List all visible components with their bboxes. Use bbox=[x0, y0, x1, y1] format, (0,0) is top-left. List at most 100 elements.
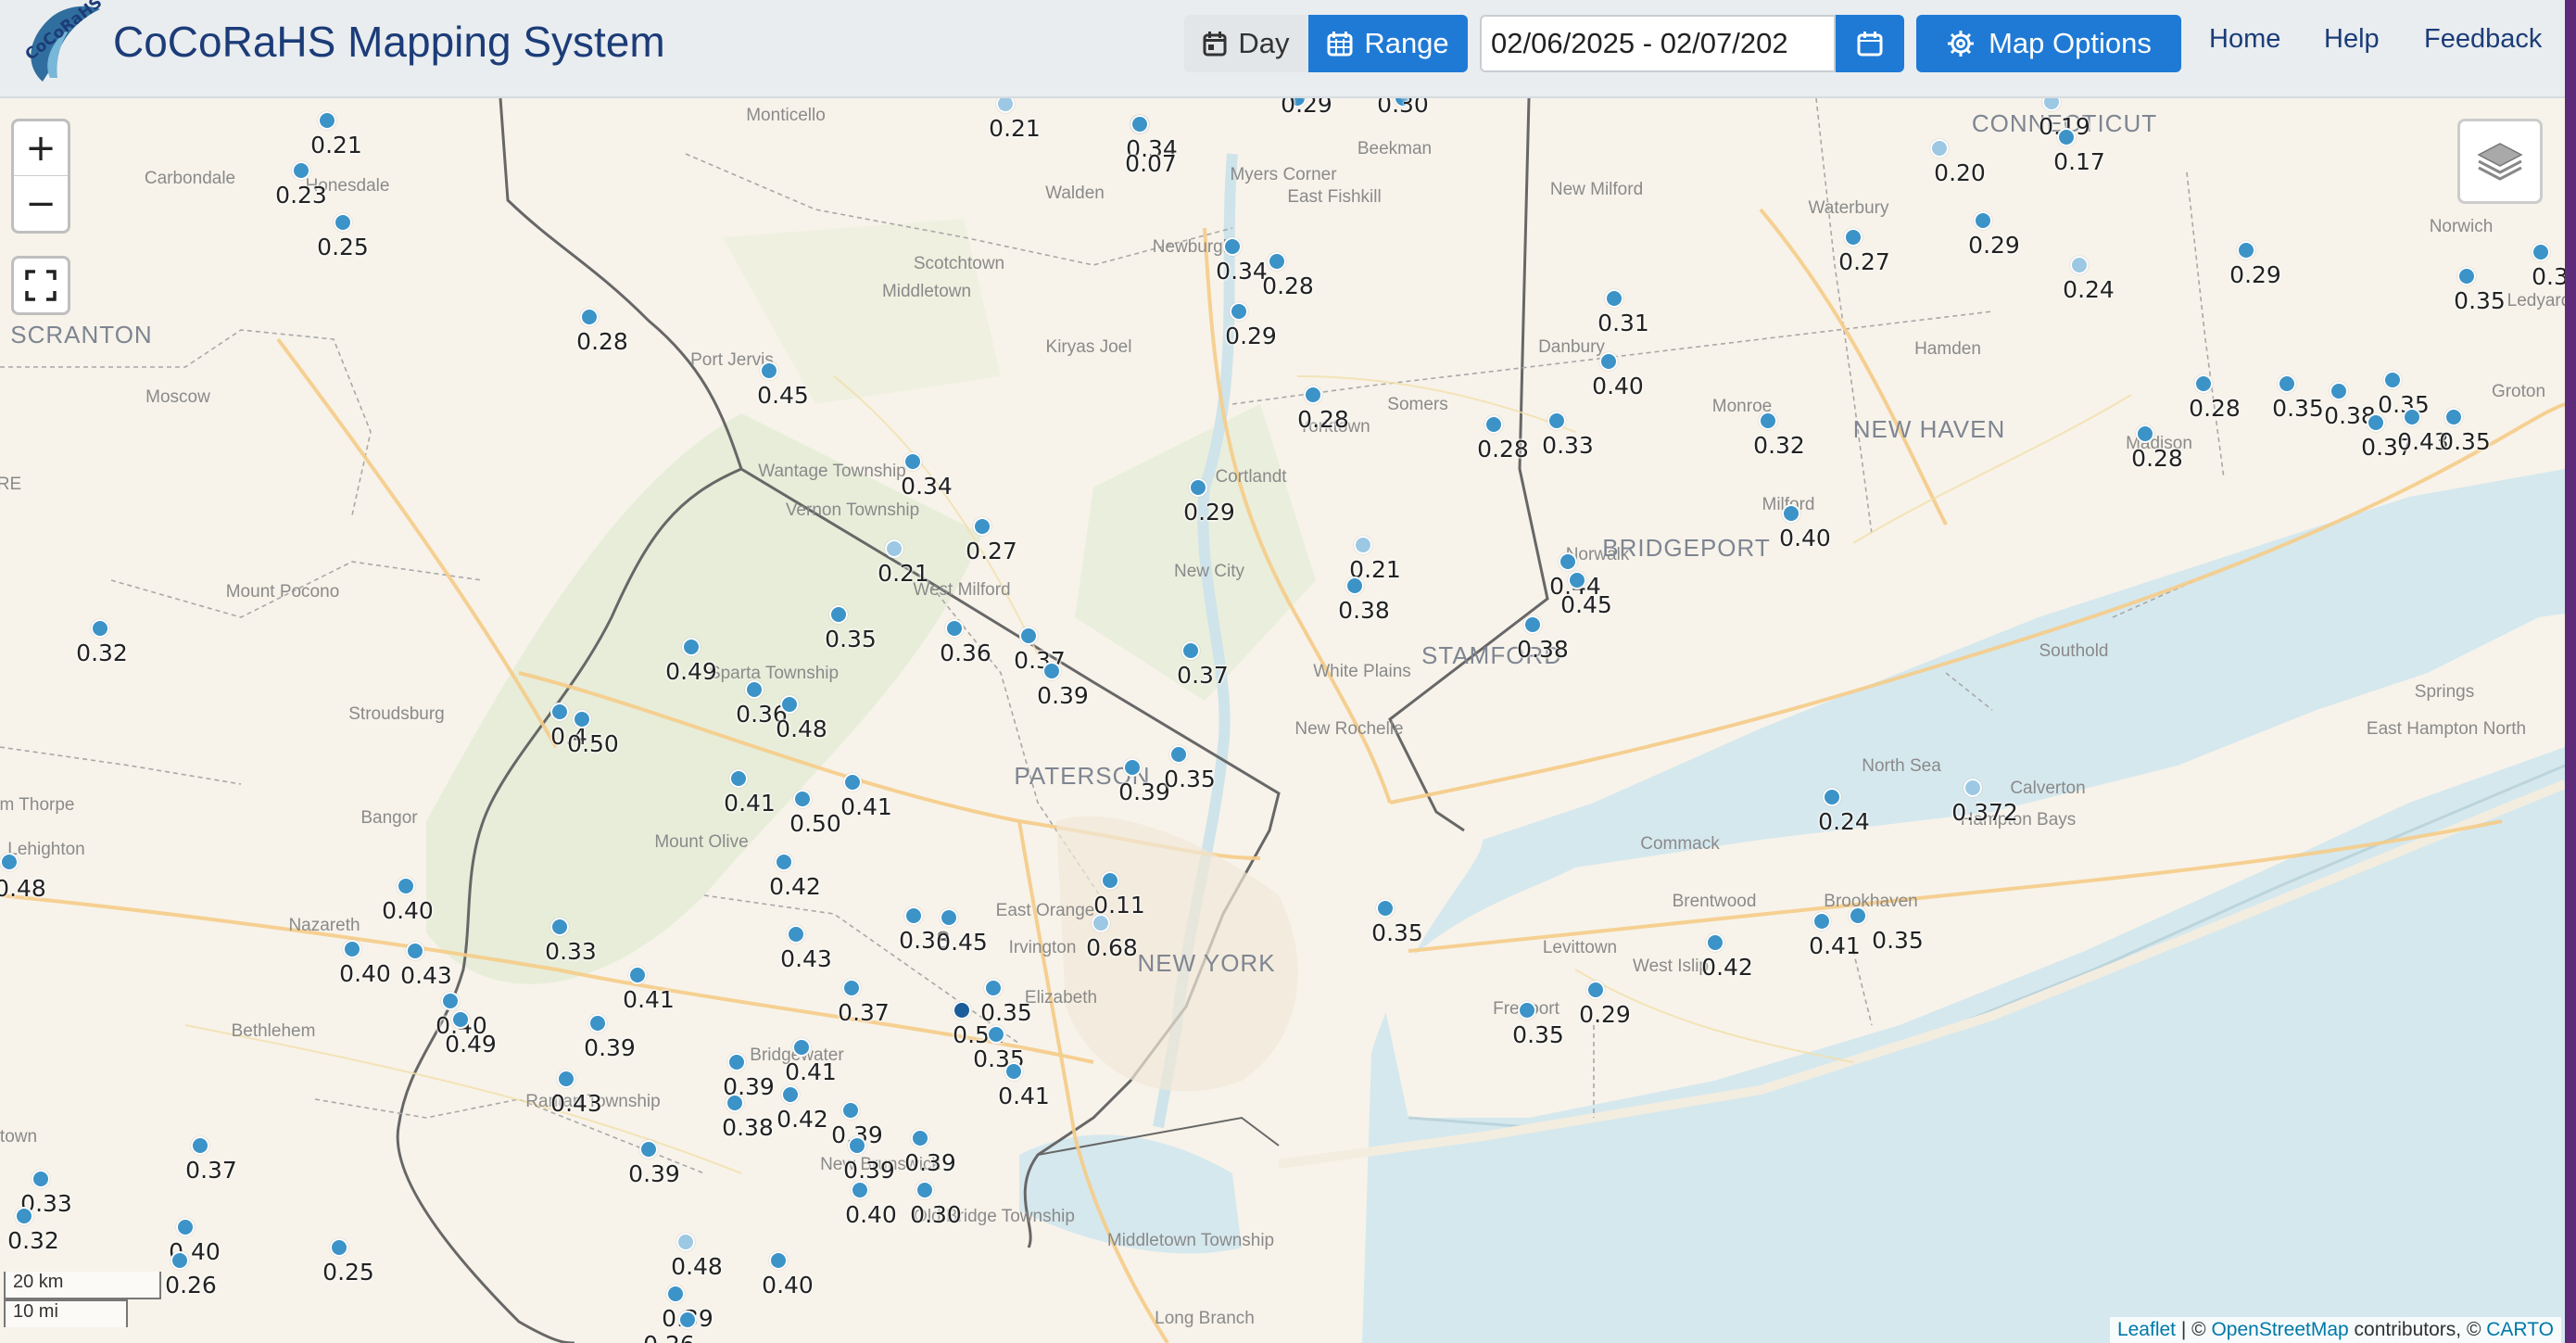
precipitation-map[interactable]: Monticello Carbondale Honesdale SCRANTON Mos… bbox=[0, 98, 2565, 1343]
station-marker[interactable] bbox=[2136, 424, 2154, 443]
station-marker[interactable] bbox=[787, 925, 805, 944]
station-marker[interactable] bbox=[0, 853, 19, 871]
attribution-osm-link[interactable]: OpenStreetMap bbox=[2211, 1319, 2348, 1340]
station-marker[interactable] bbox=[1706, 933, 1724, 952]
station-marker[interactable] bbox=[292, 161, 310, 180]
station-marker[interactable] bbox=[1230, 302, 1248, 321]
date-range-input[interactable]: 02/06/2025 - 02/07/202 bbox=[1480, 15, 1836, 72]
station-marker[interactable] bbox=[451, 1010, 470, 1029]
station-marker[interactable] bbox=[678, 1311, 697, 1329]
app-title[interactable]: CoCoRaHS Mapping System bbox=[113, 17, 665, 67]
station-marker[interactable] bbox=[580, 308, 599, 326]
station-marker[interactable] bbox=[406, 942, 424, 960]
station-marker[interactable] bbox=[2070, 256, 2089, 274]
station-marker[interactable] bbox=[334, 213, 352, 232]
station-marker[interactable] bbox=[1223, 237, 1242, 256]
nav-home-link[interactable]: Home bbox=[2209, 24, 2280, 55]
station-marker[interactable] bbox=[903, 452, 922, 471]
station-marker[interactable] bbox=[343, 940, 361, 958]
cocorahs-logo[interactable]: CoCoRaHS bbox=[15, 0, 106, 85]
station-marker[interactable] bbox=[1974, 211, 1992, 230]
station-marker[interactable] bbox=[1484, 415, 1503, 434]
zoom-out-button[interactable]: − bbox=[14, 176, 68, 231]
station-marker[interactable] bbox=[1268, 252, 1286, 271]
station-marker[interactable] bbox=[984, 979, 1003, 997]
station-marker[interactable] bbox=[1019, 627, 1038, 645]
station-marker[interactable] bbox=[1123, 758, 1142, 777]
station-marker[interactable] bbox=[397, 877, 415, 895]
station-marker[interactable] bbox=[781, 1085, 800, 1104]
station-marker[interactable] bbox=[15, 1207, 33, 1225]
station-marker[interactable] bbox=[91, 619, 109, 638]
station-marker[interactable] bbox=[1605, 289, 1623, 308]
attribution-leaflet-link[interactable]: Leaflet bbox=[2117, 1319, 2176, 1340]
station-marker[interactable] bbox=[973, 517, 991, 536]
station-marker[interactable] bbox=[682, 638, 701, 656]
station-marker[interactable] bbox=[769, 1251, 788, 1270]
station-marker[interactable] bbox=[2330, 382, 2348, 400]
station-marker[interactable] bbox=[2278, 374, 2296, 393]
station-marker[interactable] bbox=[1782, 504, 1800, 523]
station-marker[interactable] bbox=[1345, 576, 1364, 595]
range-toggle-button[interactable]: Range bbox=[1308, 15, 1468, 72]
fullscreen-button[interactable] bbox=[11, 256, 70, 315]
station-marker[interactable] bbox=[666, 1285, 685, 1303]
station-marker[interactable] bbox=[842, 979, 861, 997]
station-marker[interactable] bbox=[639, 1140, 658, 1159]
station-marker[interactable] bbox=[550, 703, 569, 721]
station-marker[interactable] bbox=[780, 695, 799, 714]
station-marker[interactable] bbox=[1181, 641, 1200, 660]
station-marker[interactable] bbox=[2237, 241, 2255, 260]
station-marker[interactable] bbox=[2532, 243, 2550, 261]
station-marker[interactable] bbox=[1189, 478, 1207, 497]
station-marker[interactable] bbox=[953, 1001, 971, 1020]
station-marker[interactable] bbox=[2403, 408, 2421, 426]
station-marker[interactable] bbox=[330, 1238, 348, 1257]
zoom-in-button[interactable]: + bbox=[14, 121, 68, 176]
station-marker[interactable] bbox=[1042, 662, 1061, 680]
station-marker[interactable] bbox=[588, 1014, 607, 1033]
station-marker[interactable] bbox=[1823, 788, 1841, 806]
station-marker[interactable] bbox=[1759, 412, 1777, 430]
station-marker[interactable] bbox=[628, 966, 647, 984]
station-marker[interactable] bbox=[557, 1070, 575, 1088]
station-marker[interactable] bbox=[1568, 571, 1586, 589]
station-marker[interactable] bbox=[885, 539, 903, 558]
station-marker[interactable] bbox=[441, 992, 460, 1010]
station-marker[interactable] bbox=[1547, 412, 1566, 430]
station-marker[interactable] bbox=[2457, 267, 2476, 285]
station-marker[interactable] bbox=[1354, 536, 1372, 554]
station-marker[interactable] bbox=[945, 619, 964, 638]
nav-feedback-link[interactable]: Feedback bbox=[2424, 24, 2542, 55]
station-marker[interactable] bbox=[32, 1170, 50, 1188]
station-marker[interactable] bbox=[1523, 615, 1542, 634]
station-marker[interactable] bbox=[729, 769, 748, 788]
station-marker[interactable] bbox=[848, 1136, 866, 1155]
station-marker[interactable] bbox=[1964, 779, 1982, 797]
station-marker[interactable] bbox=[775, 853, 793, 871]
station-marker[interactable] bbox=[940, 908, 958, 927]
station-marker[interactable] bbox=[911, 1129, 929, 1147]
station-marker[interactable] bbox=[170, 1251, 189, 1270]
station-marker[interactable] bbox=[987, 1025, 1005, 1044]
station-marker[interactable] bbox=[915, 1181, 934, 1199]
station-marker[interactable] bbox=[676, 1233, 695, 1251]
station-marker[interactable] bbox=[1304, 386, 1322, 404]
station-marker[interactable] bbox=[904, 906, 923, 925]
map-options-button[interactable]: Map Options bbox=[1916, 15, 2181, 72]
station-marker[interactable] bbox=[760, 361, 778, 380]
station-marker[interactable] bbox=[176, 1218, 195, 1236]
station-marker[interactable] bbox=[2367, 413, 2385, 432]
station-marker[interactable] bbox=[1130, 115, 1149, 133]
station-marker[interactable] bbox=[573, 710, 591, 729]
date-picker-button[interactable] bbox=[1836, 15, 1904, 72]
station-marker[interactable] bbox=[792, 1038, 811, 1057]
station-marker[interactable] bbox=[1849, 906, 1867, 925]
station-marker[interactable] bbox=[2444, 408, 2463, 426]
station-marker[interactable] bbox=[793, 790, 812, 808]
station-marker[interactable] bbox=[1376, 899, 1395, 918]
station-marker[interactable] bbox=[745, 680, 764, 699]
attribution-carto-link[interactable]: CARTO bbox=[2486, 1319, 2554, 1340]
station-marker[interactable] bbox=[1586, 981, 1605, 999]
station-marker[interactable] bbox=[2383, 371, 2402, 389]
